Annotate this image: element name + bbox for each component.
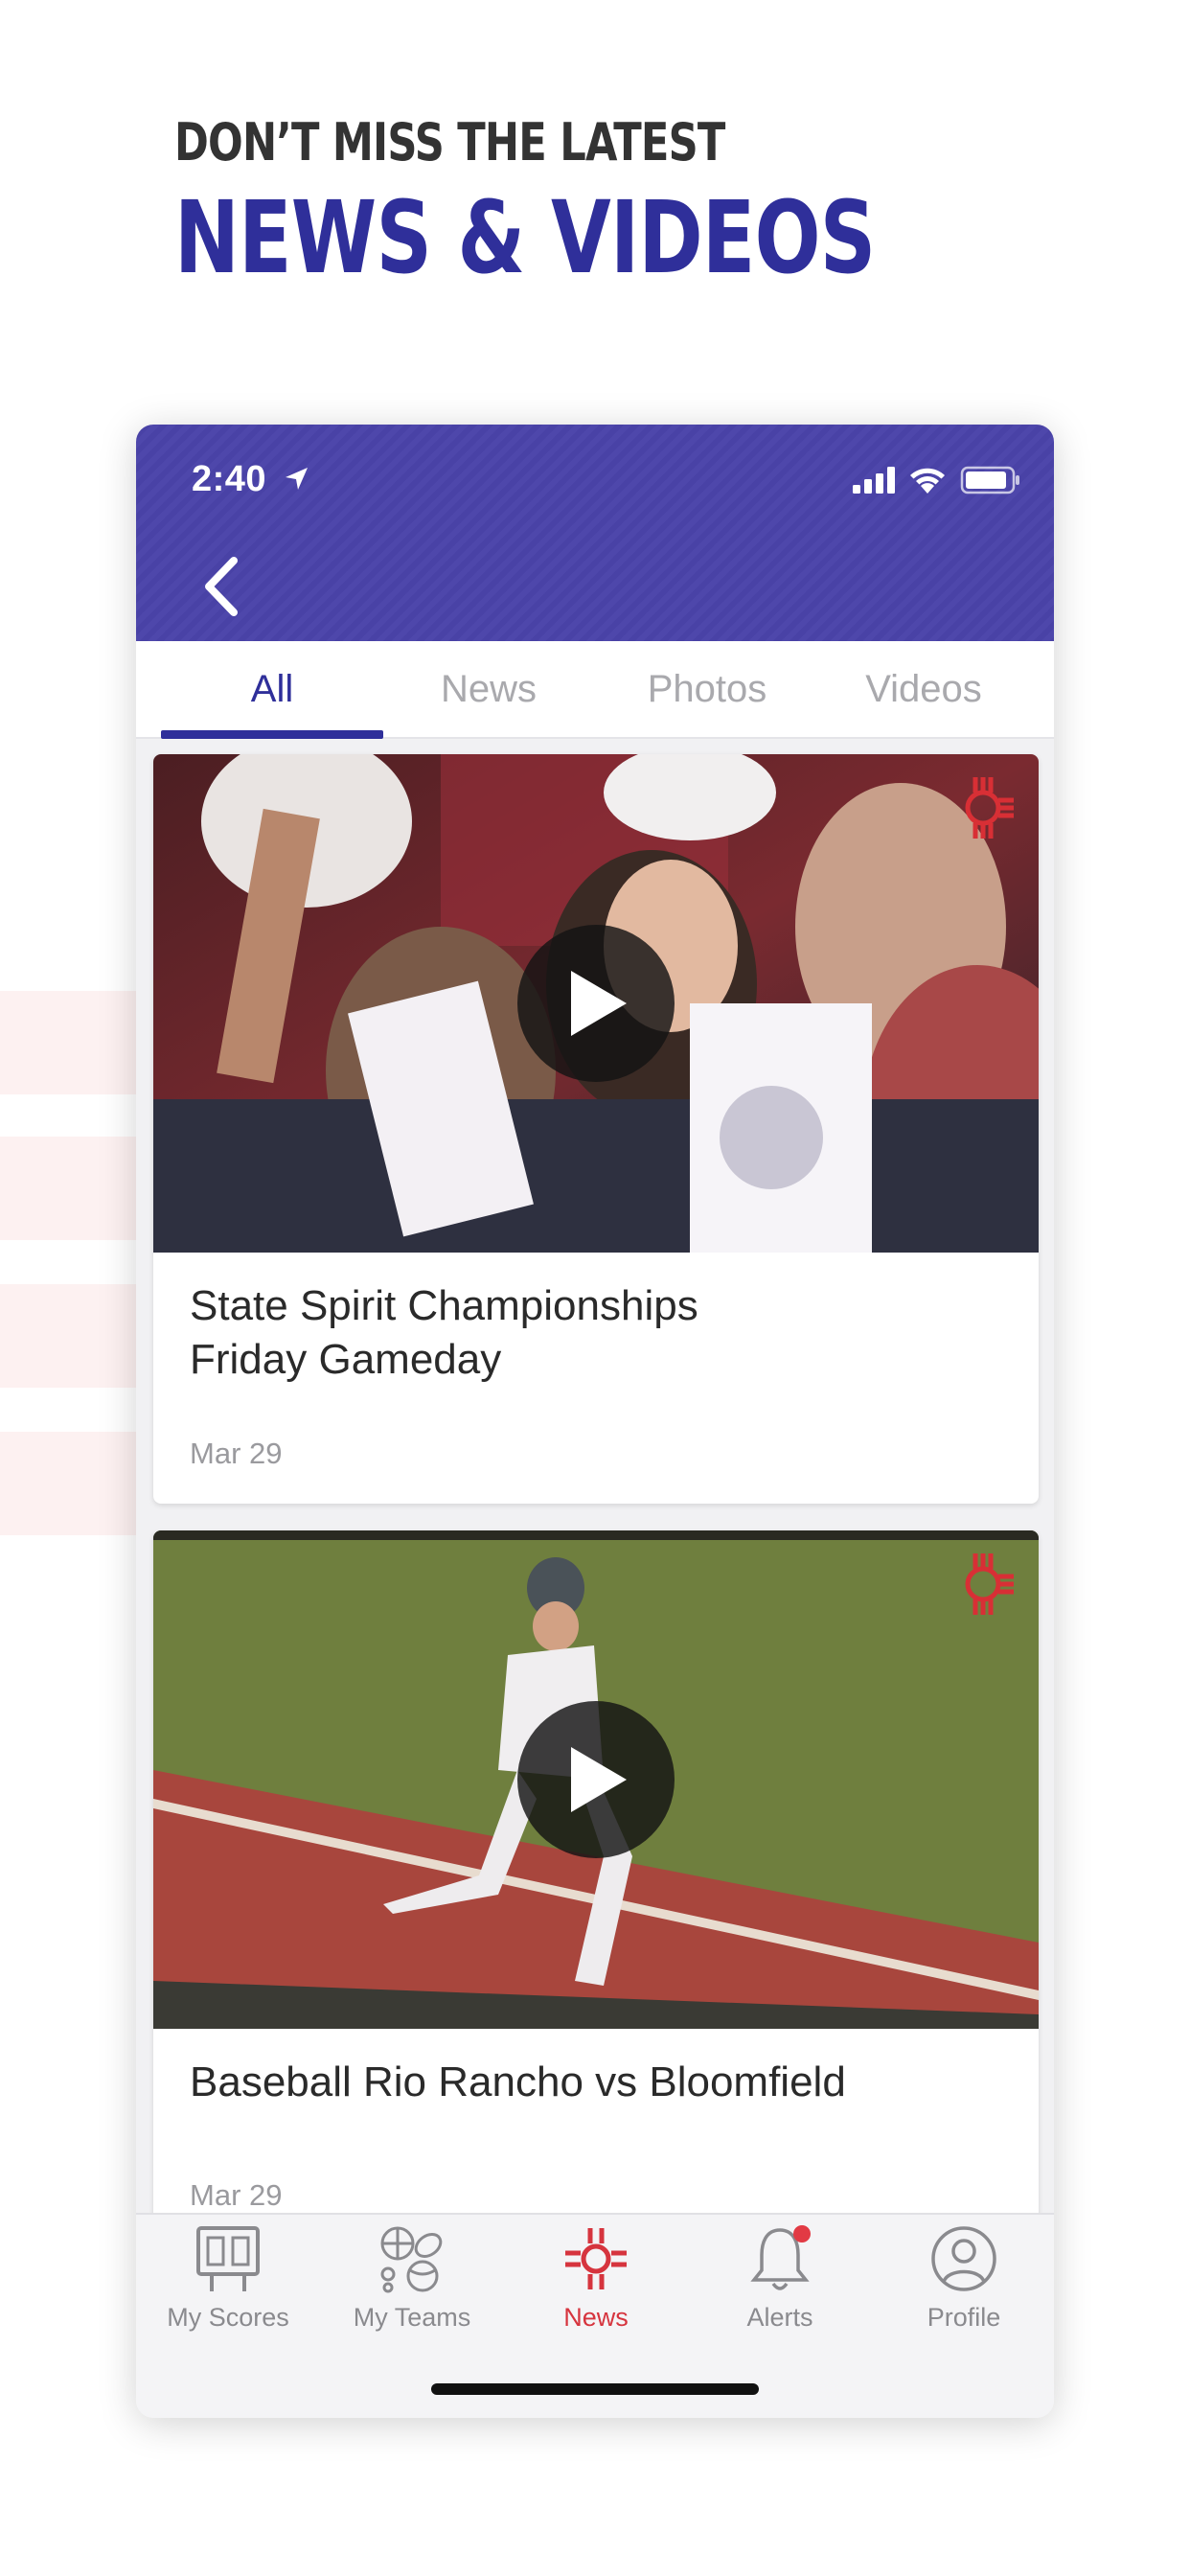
cellular-signal-icon [853,467,895,494]
battery-icon [960,466,1019,494]
decorative-stripe [0,991,136,1094]
status-time: 2:40 [192,459,267,499]
location-arrow-icon [286,468,308,490]
play-icon [571,971,627,1036]
video-thumbnail[interactable] [153,1530,1039,2029]
tabbar-my-teams[interactable]: My Teams [320,2215,504,2358]
nmaa-logo-icon [965,1553,1014,1615]
active-tab-indicator [161,730,383,739]
nmaa-logo-icon [965,777,1014,839]
card-title: Baseball Rio Rancho vs Bloomfield [190,2058,846,2105]
tabbar-news[interactable]: News [504,2215,688,2358]
tabbar-alerts[interactable]: Alerts [688,2215,872,2358]
alert-badge [793,2225,811,2242]
bell-icon [750,2225,811,2290]
promo-headline: DON’T MISS THE LATEST NEWS & VIDEOS [174,107,1073,297]
wifi-icon [910,468,945,494]
news-card[interactable]: Baseball Rio Rancho vs Bloomfield Mar 29 [153,1530,1039,2259]
tab-photos[interactable]: Photos [596,641,818,739]
decorative-stripe [0,1432,136,1535]
tab-all[interactable]: All [161,641,383,739]
card-title-line: Friday Gameday [190,1336,502,1383]
tabbar-my-scores[interactable]: My Scores [136,2215,320,2358]
play-icon [571,1747,627,1812]
tabbar-label: Profile [927,2303,1001,2332]
decorative-stripe [0,1284,136,1388]
tab-news[interactable]: News [378,641,600,739]
back-arrow-icon[interactable] [195,553,253,620]
tabbar-label: My Scores [167,2303,289,2332]
bottom-tab-bar: My Scores My Teams News Alerts Profile [136,2213,1054,2418]
tabbar-label: Alerts [746,2303,813,2332]
tabbar-label: My Teams [353,2303,471,2332]
card-date: Mar 29 [190,2178,283,2212]
promo-kicker: DON’T MISS THE LATEST [174,112,725,172]
content-tabs: All News Photos Videos [136,641,1054,739]
promo-title: NEWS & VIDEOS [174,179,876,296]
play-button[interactable] [517,1701,675,1858]
sports-balls-icon [380,2226,443,2293]
decorative-stripe [0,1137,136,1240]
play-button[interactable] [517,925,675,1082]
tab-videos[interactable]: Videos [812,641,1035,739]
video-thumbnail[interactable] [153,754,1039,1253]
zia-sun-icon [565,2228,627,2289]
home-indicator[interactable] [431,2383,759,2395]
news-card[interactable]: State Spirit Championships Friday Gameda… [153,754,1039,1504]
app-header: 2:40 [136,425,1054,641]
profile-icon [931,2226,996,2291]
card-date: Mar 29 [190,1437,283,1470]
phone-mockup: 2:40 All News Photos Videos State Spirit… [136,425,1054,2418]
tabbar-profile[interactable]: Profile [872,2215,1054,2358]
card-title-line: State Spirit Championships [190,1282,698,1329]
tabbar-label: News [563,2303,629,2332]
scoreboard-icon [196,2226,260,2291]
